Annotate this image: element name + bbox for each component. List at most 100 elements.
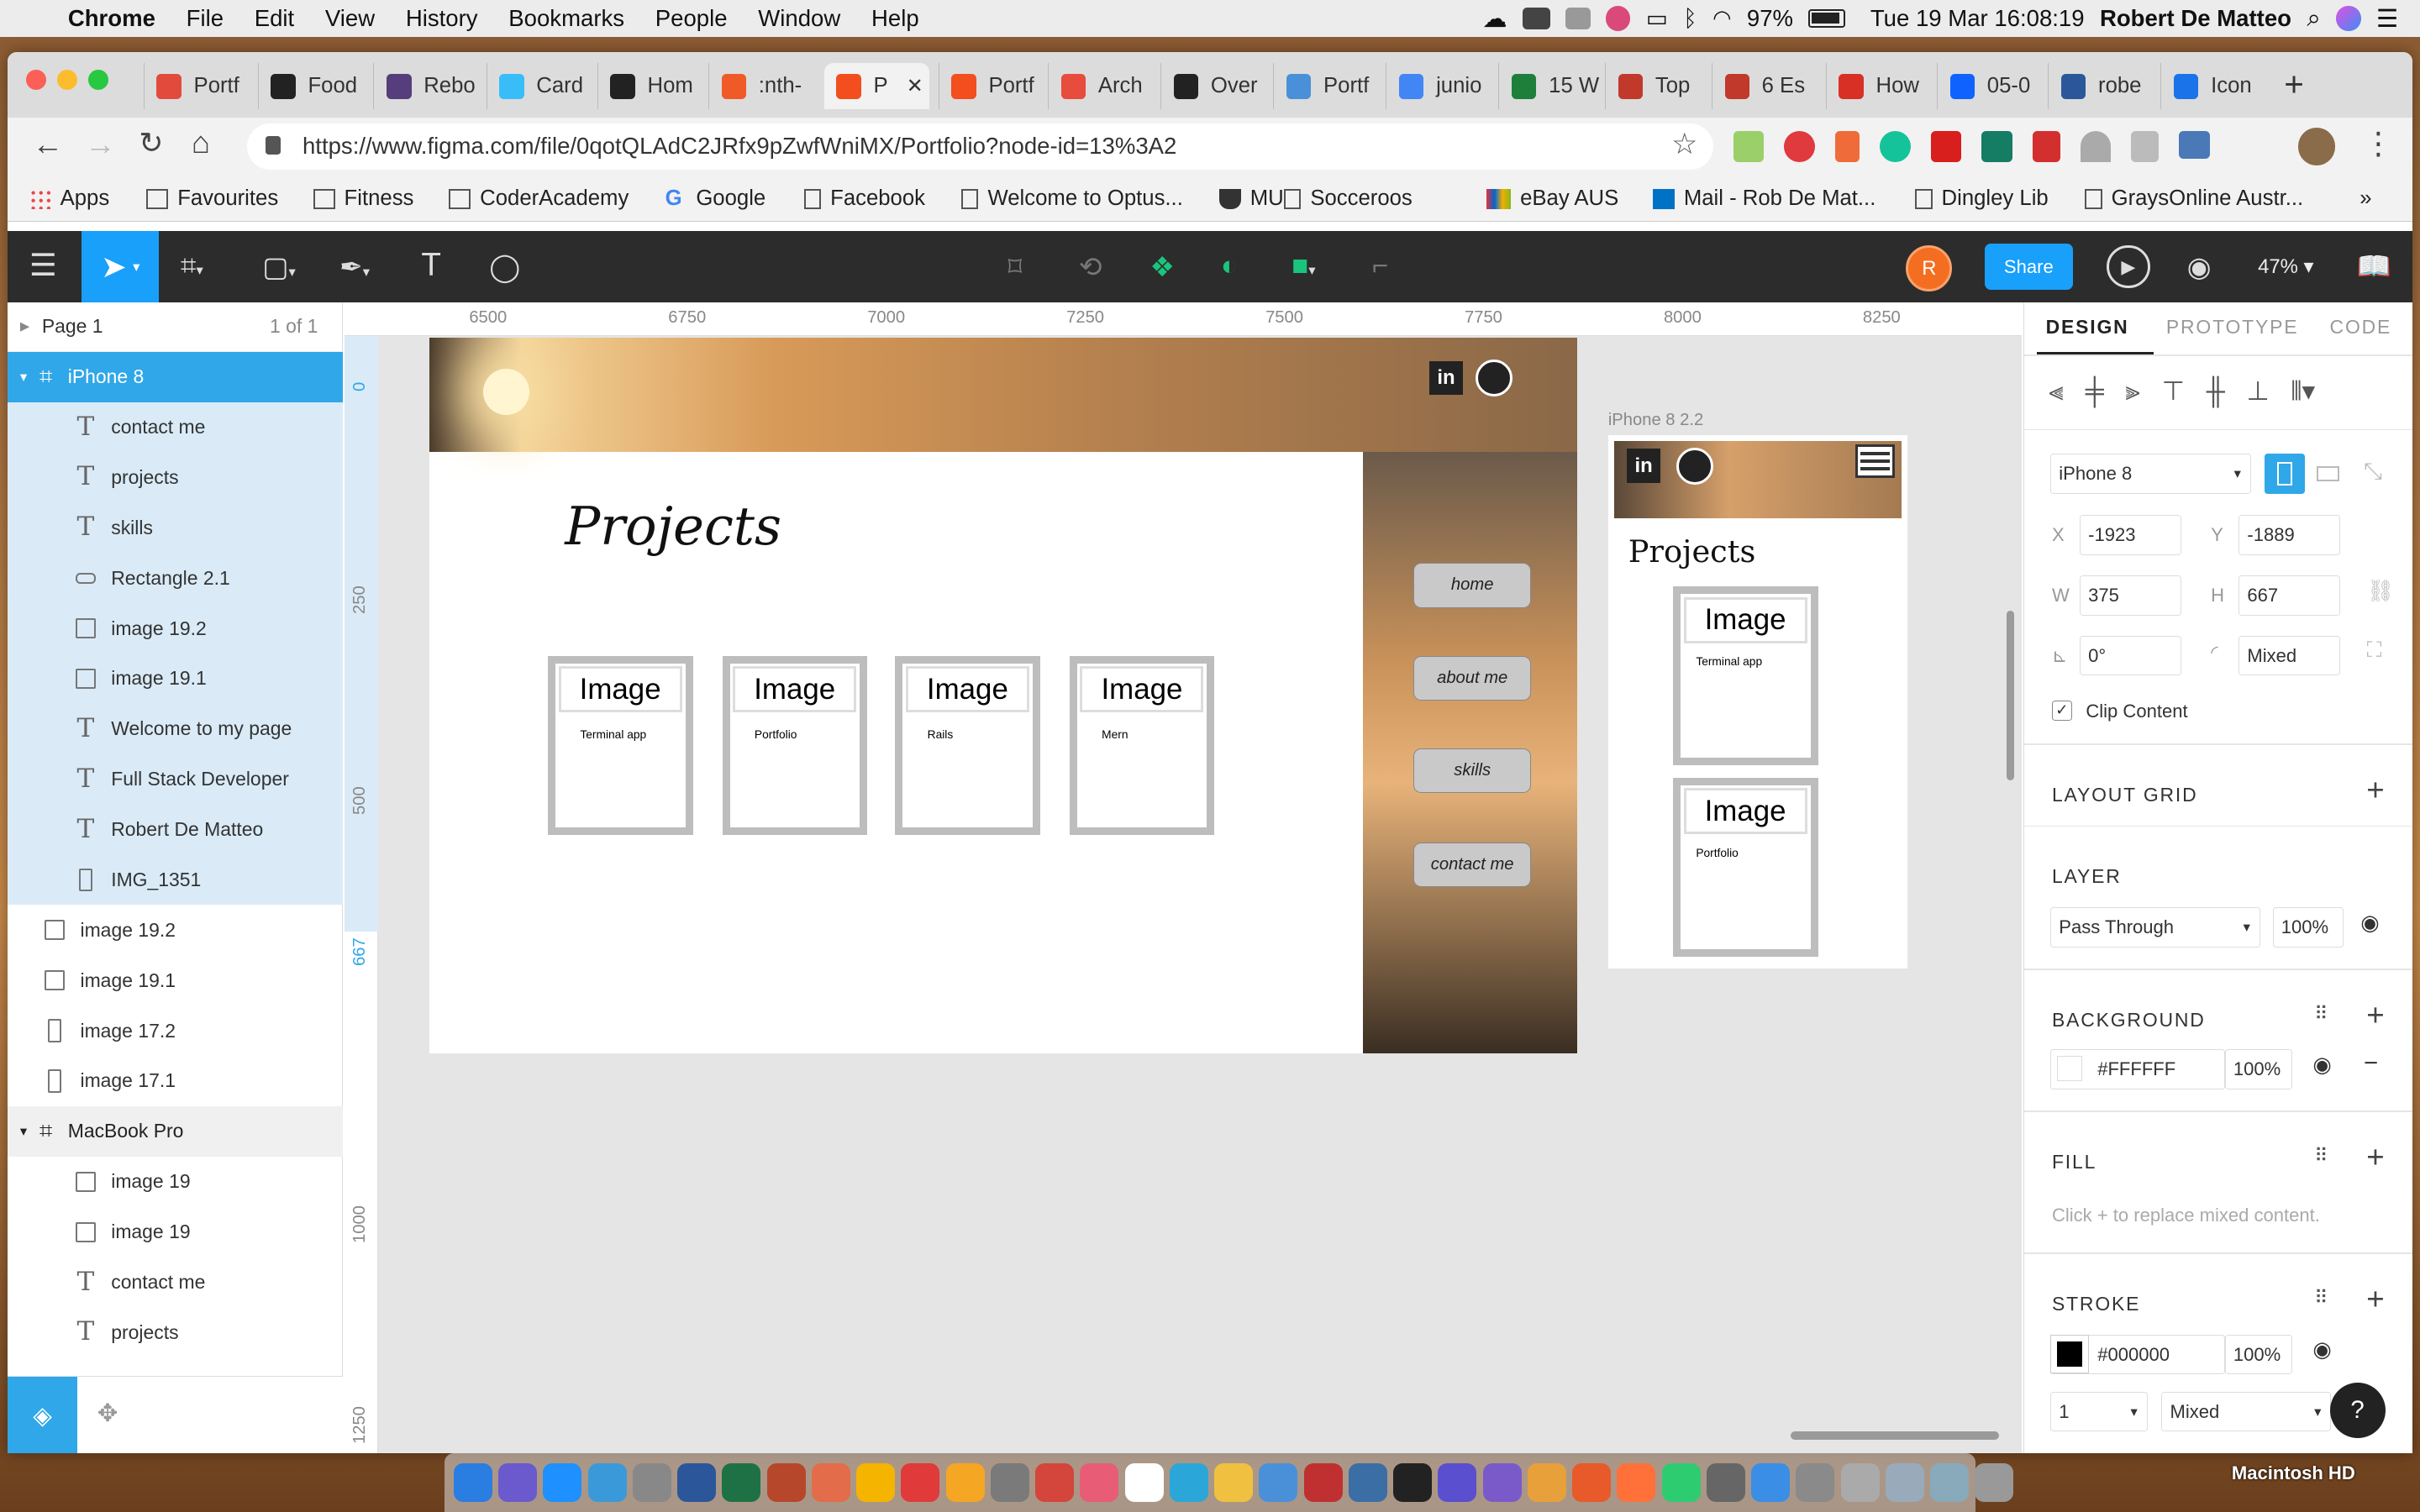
dock-chrome-icon[interactable] xyxy=(856,1463,896,1502)
nav-about-button[interactable]: about me xyxy=(1413,655,1531,701)
horizontal-scrollbar[interactable] xyxy=(1790,1431,1999,1440)
menu-people[interactable]: People xyxy=(655,5,728,32)
dock-powerpoint-icon[interactable] xyxy=(766,1463,806,1502)
bookmark-coderacademy[interactable]: CoderAcademy xyxy=(449,186,629,211)
reload-icon[interactable]: ↻ xyxy=(139,127,163,160)
eye-icon[interactable]: ◉ xyxy=(2312,1053,2331,1078)
layer-item[interactable]: Tcontact me xyxy=(8,1257,343,1308)
pen-tool-icon[interactable]: ✒▾ xyxy=(339,250,370,284)
dock-safari-icon[interactable] xyxy=(543,1463,582,1502)
layer-frame-iphone8[interactable]: ▾ ⌗ iPhone 8 xyxy=(8,351,343,402)
browser-tab[interactable]: Food xyxy=(257,63,369,110)
mask-icon[interactable]: ◐ xyxy=(1221,250,1238,282)
layer-item[interactable]: image 17.2 xyxy=(8,1005,343,1056)
frame-tool-icon[interactable]: ⌗▾ xyxy=(181,250,203,282)
comment-tool-icon[interactable]: ◯ xyxy=(489,250,520,284)
clip-content-checkbox[interactable]: ✓ xyxy=(2051,700,2072,721)
dock-photos-icon[interactable] xyxy=(990,1463,1029,1502)
browser-tab[interactable]: Card xyxy=(486,63,597,110)
linkedin-icon[interactable]: in xyxy=(1428,360,1464,396)
github-icon[interactable] xyxy=(1676,447,1713,485)
add-background-icon[interactable]: + xyxy=(2366,998,2384,1033)
browser-tab[interactable]: 05-0 xyxy=(1937,63,2048,110)
layer-opacity-field[interactable]: 100% xyxy=(2272,906,2344,948)
layer-item[interactable]: image 19.2 xyxy=(8,603,343,654)
browser-tab[interactable]: Portf xyxy=(938,63,1050,110)
tab-prototype[interactable]: PROTOTYPE xyxy=(2166,316,2299,339)
dock-slack-icon[interactable] xyxy=(811,1463,850,1502)
background-swatch[interactable] xyxy=(2057,1056,2082,1081)
present-icon[interactable]: ▶ xyxy=(2107,245,2150,289)
dock-excel-icon[interactable] xyxy=(722,1463,761,1502)
clock[interactable]: Tue 19 Mar 16:08:19 xyxy=(1870,5,2085,32)
dock-maps-icon[interactable] xyxy=(1169,1463,1208,1502)
bookmark-star-icon[interactable]: ☆ xyxy=(1671,128,1697,161)
dock-sketch-icon[interactable] xyxy=(1527,1463,1566,1502)
height-field[interactable]: 667 xyxy=(2238,575,2341,616)
layer-item[interactable]: image 19 xyxy=(8,1157,343,1207)
ext-s-icon[interactable] xyxy=(1981,131,2012,162)
menu-history[interactable]: History xyxy=(406,5,478,32)
bookmark-ebay[interactable]: eBay AUS xyxy=(1486,186,1618,211)
ext-grammarly-icon[interactable] xyxy=(1880,131,1911,162)
bookmark-graysonline[interactable]: GraysOnline Austr... xyxy=(2085,186,2303,211)
align-top-icon[interactable]: ⊤ xyxy=(2162,376,2185,407)
boolean-icon[interactable]: ⟲ xyxy=(1079,250,1102,284)
project-card[interactable]: Image Mern xyxy=(1069,655,1215,835)
corner-radius-field[interactable]: Mixed xyxy=(2238,635,2341,676)
chevron-down-icon[interactable]: ▾ xyxy=(20,1123,27,1140)
layers-tab-icon[interactable]: ◈ xyxy=(8,1377,77,1454)
browser-tab[interactable]: 6 Es xyxy=(1711,63,1823,110)
layer-item[interactable]: image 19.2 xyxy=(8,905,343,955)
library-icon[interactable]: 📖 xyxy=(2357,250,2391,283)
style-grid-icon[interactable]: ⠿ xyxy=(2314,1287,2328,1309)
chevron-down-icon[interactable]: ▾ xyxy=(20,369,27,386)
browser-tab[interactable]: Over xyxy=(1160,63,1271,110)
landscape-icon[interactable] xyxy=(2308,454,2349,494)
dock-preview-icon[interactable] xyxy=(1124,1463,1164,1502)
browser-tab[interactable]: Portf xyxy=(143,63,255,110)
align-middle-icon[interactable]: ╫ xyxy=(2207,376,2225,407)
dock-atom-icon[interactable] xyxy=(1661,1463,1701,1502)
project-card[interactable]: Image Rails xyxy=(895,655,1040,835)
align-right-icon[interactable]: ⫸ xyxy=(2125,376,2140,407)
wifi-icon[interactable]: ◠ xyxy=(1712,6,1731,31)
layer-item[interactable]: image 19.1 xyxy=(8,955,343,1005)
width-field[interactable]: 375 xyxy=(2080,575,2182,616)
constrain-proportions-icon[interactable]: ⛓ xyxy=(2367,579,2395,604)
bookmark-google[interactable]: G Google xyxy=(666,186,766,211)
dock-finder-icon[interactable] xyxy=(453,1463,492,1502)
resize-to-fit-icon[interactable]: ⤡ xyxy=(2364,458,2382,486)
browser-tab[interactable]: Hom xyxy=(597,63,708,110)
nav-contact-button[interactable]: contact me xyxy=(1413,842,1531,888)
layer-item[interactable]: T Robert De Matteo xyxy=(8,804,343,855)
mobile-project-card[interactable]: Image Portfolio xyxy=(1672,777,1818,957)
cloud-icon[interactable]: ☁ xyxy=(1482,4,1507,34)
layer-item[interactable]: Tcontact me xyxy=(8,402,343,453)
bookmark-optus[interactable]: Welcome to Optus... xyxy=(961,186,1183,211)
layer-item[interactable]: T Welcome to my page xyxy=(8,703,343,754)
nav-skills-button[interactable]: skills xyxy=(1413,748,1531,793)
remove-background-icon[interactable]: − xyxy=(2364,1049,2378,1078)
dock-photobooth-icon[interactable] xyxy=(1214,1463,1254,1502)
browser-tab[interactable]: Portf xyxy=(1273,63,1384,110)
stroke-opacity-field[interactable]: 100% xyxy=(2224,1334,2293,1375)
dock-music-icon[interactable] xyxy=(945,1463,985,1502)
rotation-field[interactable]: 0° xyxy=(2080,635,2182,676)
share-button[interactable]: Share xyxy=(1984,244,2073,291)
browser-tab[interactable]: robe xyxy=(2048,63,2159,110)
menu-file[interactable]: File xyxy=(187,5,224,32)
user-name[interactable]: Robert De Matteo xyxy=(2100,5,2291,32)
dock-system-preferences-icon[interactable] xyxy=(1706,1463,1745,1502)
fill-icon[interactable]: ■▾ xyxy=(1292,250,1315,282)
layer-frame-macbook[interactable]: ▾ ⌗ MacBook Pro xyxy=(8,1105,343,1157)
dock-discord-icon[interactable] xyxy=(1482,1463,1522,1502)
siri-icon[interactable] xyxy=(2336,6,2361,31)
minimize-window-button[interactable] xyxy=(56,69,77,90)
bookmark-mail[interactable]: Mail - Rob De Mat... xyxy=(1653,186,1876,211)
dock-siri-icon[interactable] xyxy=(498,1463,538,1502)
menu-view[interactable]: View xyxy=(325,5,375,32)
close-tab-icon[interactable]: ✕ xyxy=(907,74,923,98)
dock-appstore-icon[interactable] xyxy=(1035,1463,1075,1502)
bookmark-socceroos[interactable]: Socceroos xyxy=(1284,186,1413,211)
